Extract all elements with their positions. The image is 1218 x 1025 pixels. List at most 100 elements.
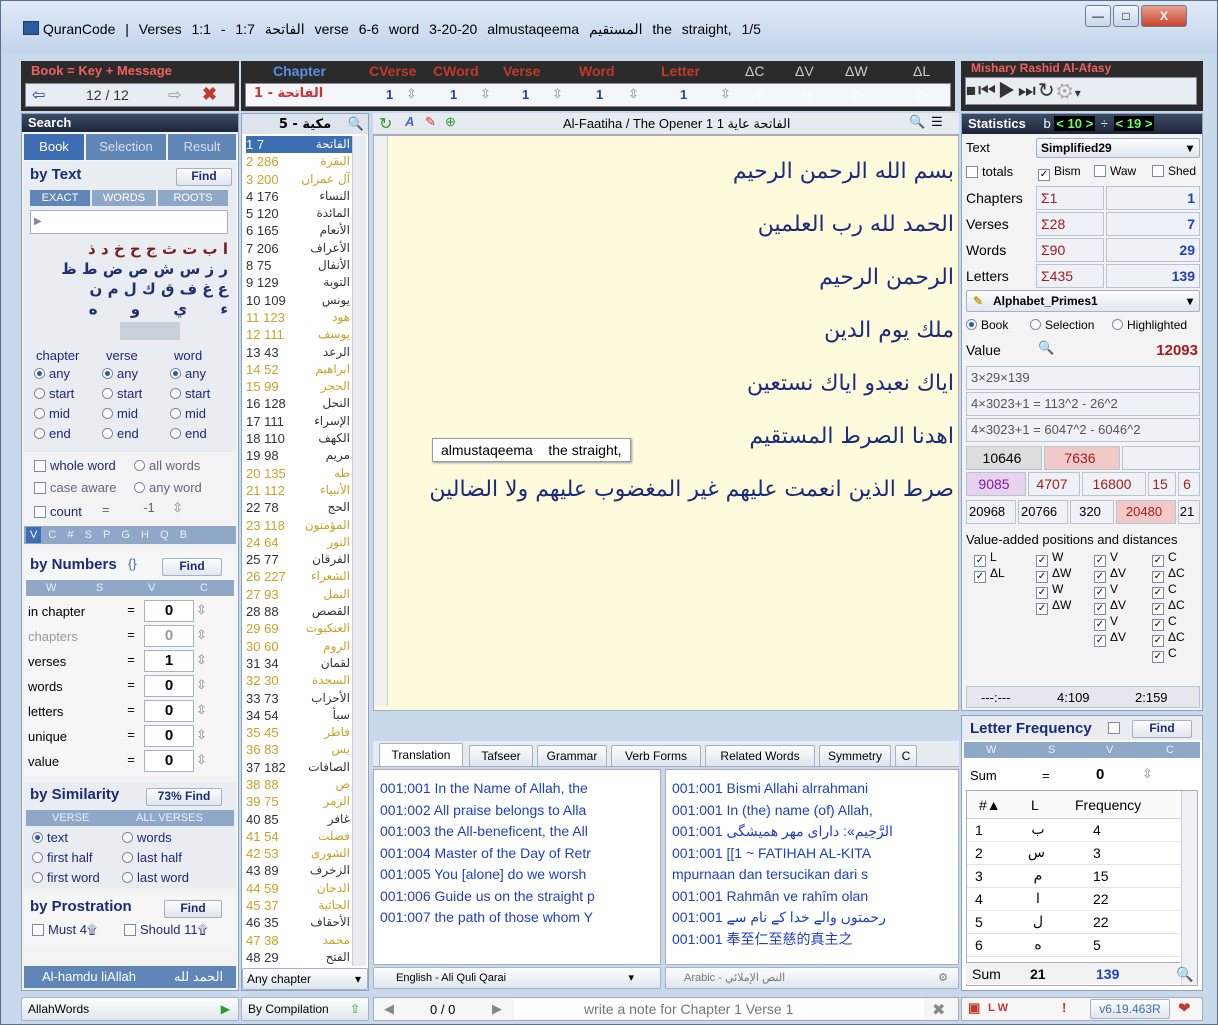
lf-row[interactable]: 3 م 15 [967,865,1181,888]
scope-highlighted[interactable]: Highlighted [1112,318,1187,332]
verse-line[interactable]: ملك يوم الدين [394,311,954,364]
verse-line[interactable]: الحمد لله رب العلمين [394,205,954,258]
tab-c[interactable]: C [895,745,917,767]
chapter-item[interactable]: 30 60 الروم [246,638,352,655]
letter-row-3[interactable]: ع غ ف ق ك ل م ن [30,280,228,298]
chapter-item[interactable]: 34 54 سبأ [246,707,352,724]
prostration-find-button[interactable]: Find [164,900,222,918]
next-arrow-icon[interactable]: ⇨ [168,85,181,105]
clear-icon[interactable]: ✖ [202,84,217,105]
mode-exact[interactable]: EXACT [30,190,90,206]
translation-line[interactable]: 001:004 Master of the Day of Retr [380,843,650,865]
chapter-item[interactable]: 9 129 التوبة [246,274,352,291]
chapter-item[interactable]: 46 35 الأحقاف [246,914,352,931]
tab-related-words[interactable]: Related Words [705,745,815,767]
sim-first-word[interactable]: first word [32,870,100,885]
num-row-op-value[interactable]: = [122,752,140,767]
chapter-item[interactable]: 25 77 الفرقان [246,551,352,568]
chapter-item[interactable]: 40 85 غافر [246,811,352,828]
num-row-value-in-chapter[interactable]: 0 [144,600,194,622]
letter-space-key[interactable] [120,322,180,340]
lf-checkbox[interactable] [1108,722,1120,734]
should-checkbox[interactable]: Should 11۩ [124,922,207,938]
translation-line[interactable]: 001:007 the path of those whom Y [380,907,650,929]
chapter-scrollbar[interactable] [352,136,366,966]
scope-w[interactable]: W [46,580,56,596]
translation-language-select[interactable]: English - Ali Quli Qarai ▾ [373,967,661,989]
vap-checkbox[interactable]: ✓ W [1036,550,1063,567]
count-operator[interactable]: = [102,502,118,517]
letter-input[interactable]: 1 [680,87,687,102]
chapter-item[interactable]: 1 7 الفاتحة [246,136,352,154]
vap-checkbox[interactable]: ✓ W [1036,582,1063,599]
vap-checkbox[interactable]: ✓ ΔC [1152,566,1185,583]
chapter-item[interactable]: 44 59 الدخان [246,880,352,897]
letter-row-4[interactable]: ء ي و ه [30,300,228,318]
chapter-item[interactable]: 18 110 الكهف [246,430,352,447]
sim-first-half[interactable]: first half [32,850,93,865]
arabic-language-select[interactable]: Arabic - النص الإملائي ⚙ [665,967,959,989]
totals-checkbox[interactable]: totals [966,164,1013,179]
all-words-radio[interactable]: all words [134,458,200,473]
num-7636[interactable]: 7636 [1044,446,1120,470]
reader-search-icon[interactable]: 🔍 [909,114,925,130]
base-selector[interactable]: < 10 > [1054,116,1096,131]
chapter-item[interactable]: 32 30 السجدة [246,672,352,689]
lf-th-letter[interactable]: L [1031,791,1039,819]
verse-line[interactable]: الرحمن الرحيم [394,258,954,311]
chapter-item[interactable]: 24 64 النور [246,534,352,551]
whole-word-checkbox[interactable]: whole word [34,458,116,473]
word-mid[interactable]: mid [170,406,206,421]
chapter-item[interactable]: 4 176 النساء [246,188,352,205]
vap-checkbox[interactable]: ✓ C [1152,582,1177,599]
quran-text-area[interactable]: بسم الله الرحمن الرحيم الحمد لله رب العلم… [373,135,959,711]
num-row-spinner-in-chapter[interactable]: ⇳ [196,602,207,618]
mode-roots[interactable]: ROOTS [158,190,228,206]
num-16800[interactable]: 16800 [1082,472,1146,496]
lf-scope-c[interactable]: C [1166,742,1174,758]
lf-th-index[interactable]: #▲ [979,791,1001,819]
close-button[interactable]: X [1141,5,1187,27]
braces-icon[interactable]: {} [128,556,137,571]
stat-sigma[interactable]: Σ28 [1036,212,1104,236]
translation2-line[interactable]: mpurnaan dan tersucikan dari s [672,864,938,886]
chapter-item[interactable]: 5 120 المائدة [246,205,352,222]
num-row-op-letters[interactable]: = [122,702,140,717]
chapter-mid[interactable]: mid [34,406,70,421]
must-checkbox[interactable]: Must 4۩ [32,922,97,938]
num-15[interactable]: 15 [1148,472,1176,496]
value-search-icon[interactable]: 🔍 [1038,340,1054,356]
chapter-item[interactable]: 2 286 البقرة [246,153,352,170]
chapter-item[interactable]: 19 98 مريم [246,447,352,464]
verse-input[interactable]: 1 [522,87,529,102]
num-row-spinner-letters[interactable]: ⇳ [196,702,207,718]
chapter-item[interactable]: 48 29 الفتح [246,949,352,966]
vap-checkbox[interactable]: ✓ V [1094,550,1118,567]
num-20766[interactable]: 20766 [1018,500,1068,524]
lf-row[interactable]: 6 ه 5 [967,934,1181,957]
vap-checkbox[interactable]: ✓ V [1094,614,1118,631]
filter-s[interactable]: S [81,529,96,541]
font-icon[interactable]: A [405,114,414,129]
vap-checkbox[interactable]: ✓ ΔV [1094,566,1126,583]
scope-selection[interactable]: Selection [1030,318,1094,332]
vap-checkbox[interactable]: ✓ ΔC [1152,598,1185,615]
translation-pane[interactable]: 001:001 In the Name of Allah, the 001:002… [373,769,661,965]
bism-checkbox[interactable]: ✓ Bism [1038,164,1081,181]
cword-input[interactable]: 1 [450,87,457,102]
highlight-icon[interactable]: ✎ [425,114,436,130]
num-row-spinner-words[interactable]: ⇳ [196,677,207,693]
any-word-radio[interactable]: any word [134,480,202,495]
chapter-item[interactable]: 41 54 فصلت [246,828,352,845]
vap-checkbox[interactable]: ✓ L [974,550,997,567]
chapter-item[interactable]: 15 99 الحجر [246,378,352,395]
status-box-icon[interactable]: ▣ [968,1000,980,1016]
version-button[interactable]: v6.19.463R [1090,999,1170,1019]
lf-row[interactable]: 2 س 3 [967,842,1181,865]
stat-value[interactable]: 29 [1106,238,1200,262]
tab-book[interactable]: Book [24,134,84,160]
num-row-value-value[interactable]: 0 [144,750,194,772]
vap-checkbox[interactable]: ✓ C [1152,550,1177,567]
filter-b[interactable]: B [176,529,191,541]
num-row-value-words[interactable]: 0 [144,675,194,697]
